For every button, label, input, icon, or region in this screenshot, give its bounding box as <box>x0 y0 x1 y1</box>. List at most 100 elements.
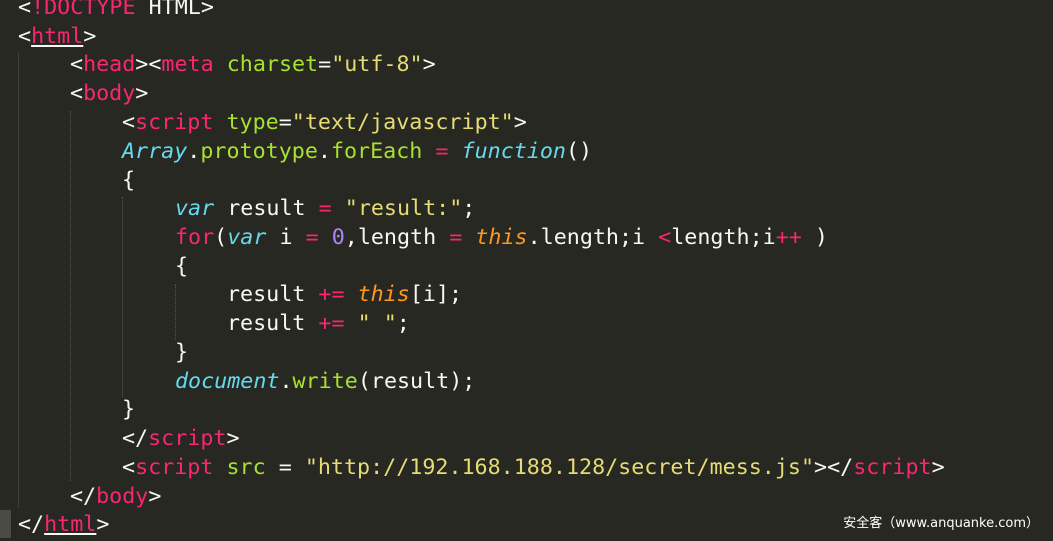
keyword-var: var <box>175 196 215 221</box>
tag-bracket: < <box>122 110 136 135</box>
tag-bracket: < <box>148 52 162 77</box>
equals: = <box>318 52 332 77</box>
tag-bracket: > <box>148 484 162 509</box>
tag-name-body: body <box>83 81 136 106</box>
code-line-4: <body> <box>70 79 148 108</box>
attr-value-src-url: "http://192.168.188.128/secret/mess.js" <box>304 455 815 480</box>
code-line-14: document.write(result); <box>175 367 475 396</box>
dot: . <box>317 139 331 164</box>
open-brace: { <box>122 168 136 193</box>
code-editor[interactable]: <!DOCTYPE HTML> <html> <head><meta chars… <box>0 0 1053 541</box>
tag-name-body: body <box>96 484 149 509</box>
doctype-rest: HTML> <box>135 0 214 20</box>
identifier-result: result <box>214 196 319 221</box>
identifier-length: ,length <box>344 225 450 250</box>
tag-bracket: > <box>83 24 97 49</box>
method-write: write <box>292 369 358 394</box>
indent-guide <box>175 284 176 340</box>
code-line-17: < script src = "http://192.168.188.128/se… <box>122 453 945 482</box>
less-than-operator: < <box>658 225 672 250</box>
indent-guide <box>70 111 71 481</box>
tag-name-head: head <box>83 52 136 77</box>
code-line-15: } <box>122 395 135 424</box>
tag-bracket: > <box>135 81 149 106</box>
string-literal: "result:" <box>344 196 463 221</box>
keyword-this: this <box>475 225 528 250</box>
code-fragment: .length;i <box>527 225 659 250</box>
call-args: (result); <box>357 369 476 394</box>
code-line-8: var result = "result:"; <box>175 194 475 223</box>
assign-operator: = <box>318 196 332 221</box>
code-line-12: result += " "; <box>227 309 410 338</box>
code-line-13: } <box>175 338 188 367</box>
assign-operator: = <box>435 139 449 164</box>
tag-name-html: html <box>31 24 84 49</box>
attr-name-charset: charset <box>226 52 319 77</box>
doctype-keyword: !DOCTYPE <box>31 0 136 20</box>
identifier-i: i <box>266 225 306 250</box>
dot: . <box>279 369 293 394</box>
builtin-array: Array <box>122 139 188 164</box>
assign-operator: = <box>449 225 463 250</box>
tag-bracket: < <box>70 52 84 77</box>
tag-name-meta: meta <box>161 52 214 77</box>
code-line-5: <script type="text/javascript"> <box>122 108 527 137</box>
add-assign-operator: += <box>318 282 345 307</box>
tag-name-script: script <box>148 426 227 451</box>
tag-bracket: </ <box>18 512 45 537</box>
tag-bracket: > <box>422 52 436 77</box>
equals: = <box>265 455 305 480</box>
number-literal: 0 <box>331 225 345 250</box>
identifier-result: result <box>227 282 319 307</box>
keyword-var: var <box>227 225 267 250</box>
tag-bracket: > <box>513 110 527 135</box>
tag-bracket: < <box>18 0 32 20</box>
index-access: [i]; <box>409 282 463 307</box>
code-line-11: result += this[i]; <box>227 280 462 309</box>
add-assign-operator: += <box>318 311 345 336</box>
method-foreach: forEach <box>330 139 423 164</box>
tag-bracket: < <box>18 24 32 49</box>
tag-bracket: > <box>135 52 149 77</box>
code-line-18: </body> <box>70 482 161 511</box>
code-line-19: </html> <box>18 510 109 539</box>
property-prototype: prototype <box>200 139 318 164</box>
tag-name-script: script <box>135 110 214 135</box>
paren: ( <box>214 225 228 250</box>
current-line-gutter-marker <box>0 510 11 538</box>
code-line-2: <html> <box>18 22 96 51</box>
tag-bracket: < <box>122 455 136 480</box>
tag-name-script: script <box>853 455 932 480</box>
equals: = <box>278 110 292 135</box>
dot: . <box>187 139 201 164</box>
increment-operator: ++ <box>775 225 802 250</box>
tag-bracket: > <box>96 512 110 537</box>
code-line-3: <head><meta charset="utf-8"> <box>70 50 436 79</box>
close-brace: } <box>175 340 189 365</box>
attr-value-type: "text/javascript" <box>291 110 514 135</box>
close-brace: } <box>122 397 136 422</box>
keyword-for: for <box>175 225 215 250</box>
string-literal: " " <box>357 311 397 336</box>
builtin-document: document <box>175 369 280 394</box>
code-fragment: length;i <box>671 225 776 250</box>
semicolon: ; <box>462 196 476 221</box>
keyword-function: function <box>461 139 566 164</box>
parens: () <box>566 139 593 164</box>
paren: ) <box>801 225 828 250</box>
code-line-1: <!DOCTYPE HTML> <box>18 0 214 22</box>
code-line-16: </script> <box>122 424 240 453</box>
tag-bracket: </ <box>122 426 149 451</box>
code-line-10: { <box>175 252 188 281</box>
identifier-result: result <box>227 311 319 336</box>
attr-name-src: src <box>226 455 266 480</box>
